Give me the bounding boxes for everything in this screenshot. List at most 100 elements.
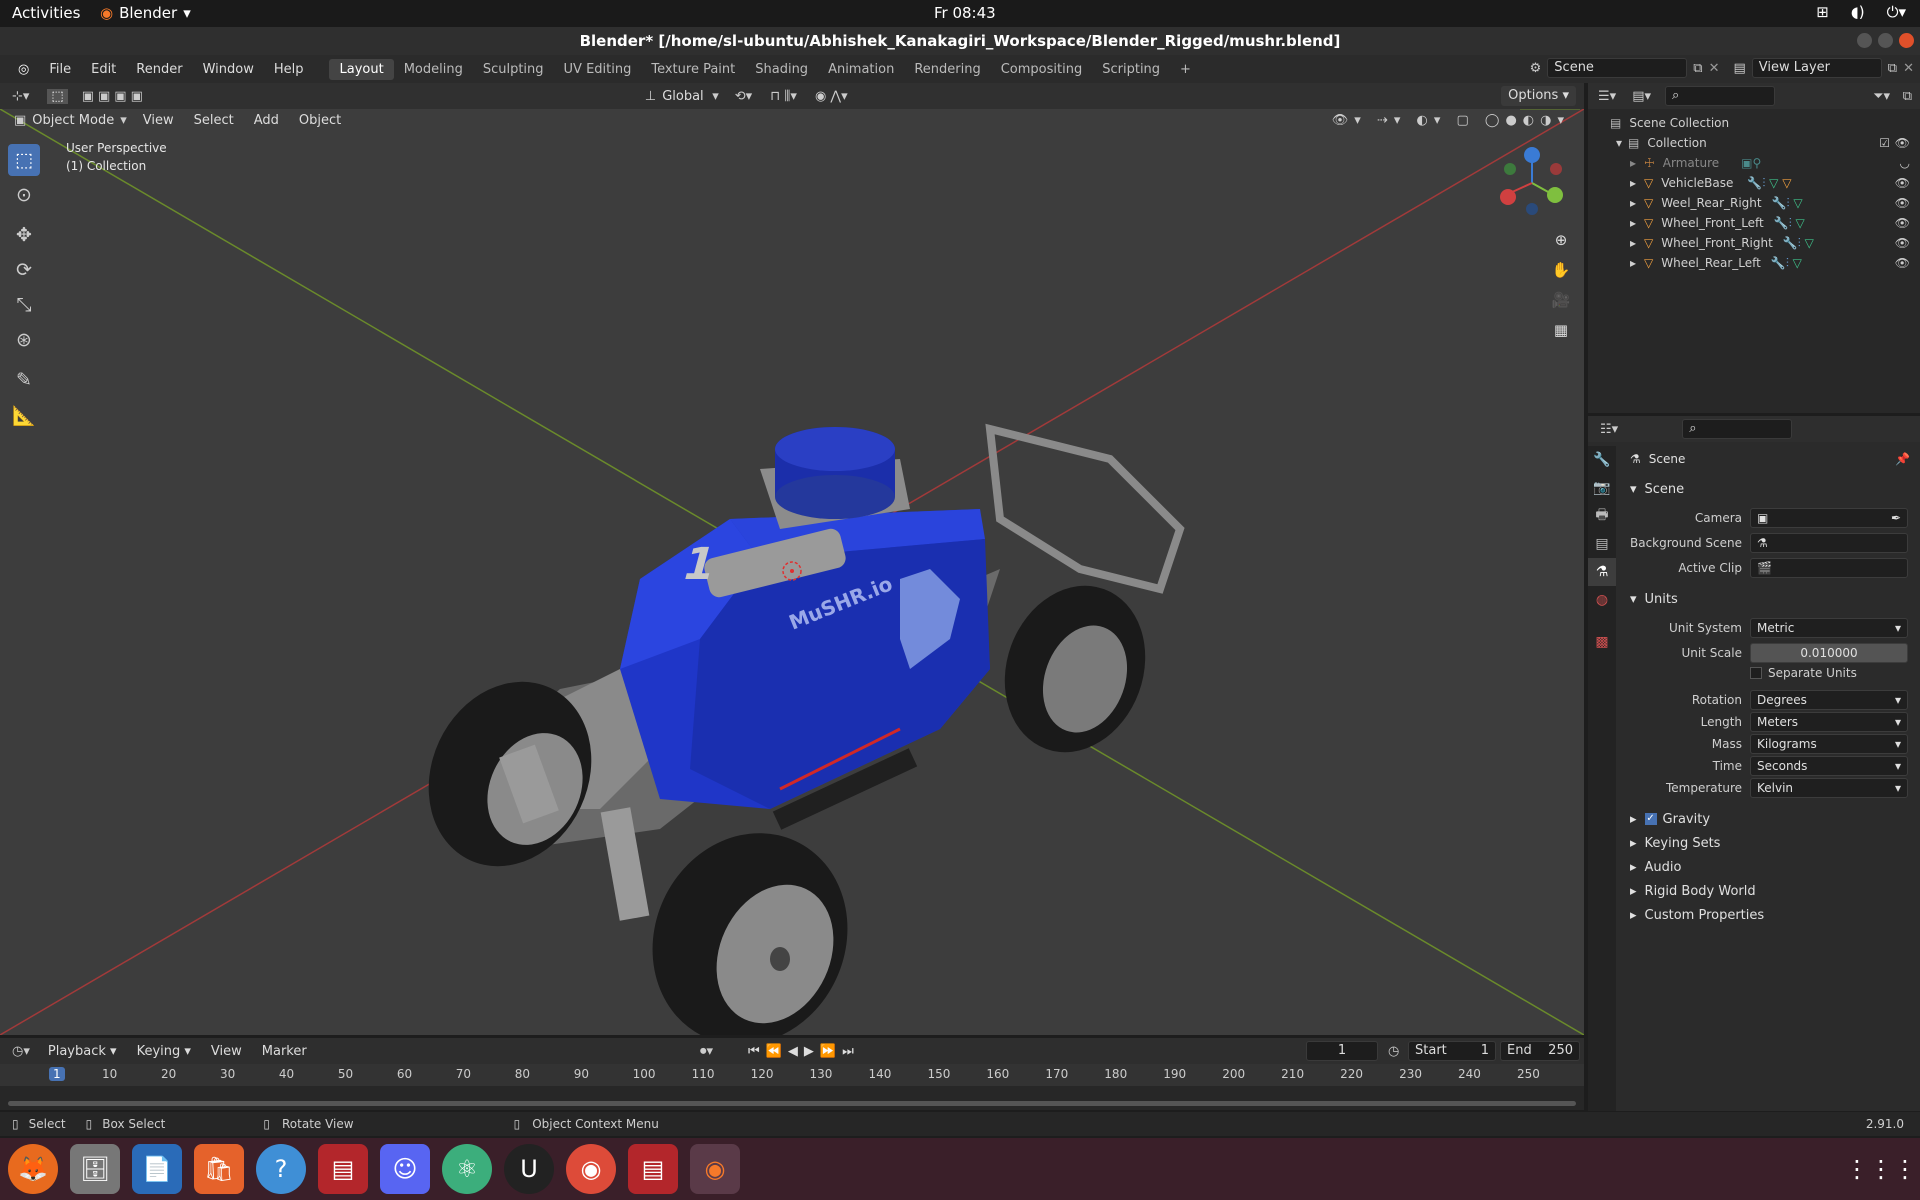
end-frame-field[interactable]: End 250	[1500, 1041, 1580, 1061]
timeline-menu-keying[interactable]: Keying ▾	[127, 1044, 201, 1059]
outliner-item-wheel-rear-left[interactable]: ▸ ▽ Wheel_Rear_Left 🔧⫶ ▽ 👁	[1588, 253, 1920, 273]
outliner-collection[interactable]: ▾ ▤ Collection ☑ 👁	[1588, 133, 1920, 153]
tab-uv-editing[interactable]: UV Editing	[554, 59, 642, 80]
timeline-menu-playback[interactable]: Playback ▾	[38, 1044, 127, 1059]
background-scene-field[interactable]: ⚗	[1750, 533, 1908, 553]
terminal-icon[interactable]: ▤	[318, 1144, 368, 1194]
select-mode-icons[interactable]: ▣▣▣▣	[82, 89, 147, 104]
unit-scale-field[interactable]: 0.010000	[1750, 643, 1908, 663]
units-panel-header[interactable]: ▾ Units	[1616, 588, 1920, 610]
visibility-eye-icon[interactable]: 👁	[1895, 136, 1910, 150]
viewport-menu-view[interactable]: View	[133, 113, 184, 128]
checkbox-icon[interactable]: ☑	[1879, 136, 1890, 150]
filter-icon[interactable]: ⏷▾	[1873, 89, 1890, 104]
measure-tool-icon[interactable]: 📐	[8, 399, 40, 431]
unreal-icon[interactable]: U	[504, 1144, 554, 1194]
timeline-menu-view[interactable]: View	[201, 1044, 252, 1059]
length-dropdown[interactable]: Meters ▾	[1750, 712, 1908, 732]
outliner-search-input[interactable]: ⌕	[1665, 86, 1775, 106]
menu-edit[interactable]: Edit	[81, 62, 126, 77]
timeline-scrollbar[interactable]	[8, 1101, 1576, 1106]
eyedropper-icon[interactable]: ✒	[1891, 509, 1901, 527]
expand-arrow-icon[interactable]: ▸	[1630, 256, 1636, 270]
proportional-edit-icon[interactable]: ◉ ⋀▾	[815, 89, 848, 104]
close-button[interactable]	[1899, 33, 1914, 48]
scale-tool-icon[interactable]: ⤡	[8, 289, 40, 321]
tool-tab-icon[interactable]: 🔧	[1588, 446, 1616, 474]
timeline-menu-marker[interactable]: Marker	[252, 1044, 317, 1059]
active-clip-field[interactable]: 🎬	[1750, 558, 1908, 578]
camera-field[interactable]: ▣ ✒	[1750, 508, 1908, 528]
clock[interactable]: Fr 08:43	[934, 4, 996, 22]
hidden-eye-icon[interactable]: ◡	[1900, 156, 1910, 170]
pan-hand-icon[interactable]: ✋	[1548, 257, 1574, 283]
viewport-menu-object[interactable]: Object	[289, 113, 351, 128]
maximize-button[interactable]	[1878, 33, 1893, 48]
scene-new-icon[interactable]: ⧉	[1693, 61, 1702, 76]
editor-type-icon[interactable]: ⊹▾	[12, 89, 29, 104]
app-menu[interactable]: ◉ Blender ▾	[100, 4, 191, 22]
ortho-grid-icon[interactable]: ▦	[1548, 317, 1574, 343]
tab-compositing[interactable]: Compositing	[991, 59, 1093, 80]
world-tab-icon[interactable]: ◍	[1588, 586, 1616, 614]
gravity-panel-header[interactable]: ▸ ✓ Gravity	[1616, 808, 1920, 830]
firefox-icon[interactable]: 🦊	[8, 1144, 58, 1194]
minimize-button[interactable]	[1857, 33, 1872, 48]
current-frame-field[interactable]: 1	[1306, 1041, 1378, 1061]
timeline-editor-icon[interactable]: ◷▾	[12, 1044, 30, 1059]
atom-icon[interactable]: ⚛	[442, 1144, 492, 1194]
tab-texture-paint[interactable]: Texture Paint	[641, 59, 745, 80]
visibility-eye-icon[interactable]: 👁	[1895, 256, 1910, 270]
view-layer-tab-icon[interactable]: ▤	[1588, 530, 1616, 558]
tab-layout[interactable]: Layout	[329, 58, 394, 80]
system-tray[interactable]: ⊞ ◖) ⏻▾	[1816, 3, 1906, 21]
visibility-eye-icon[interactable]: 👁	[1895, 196, 1910, 210]
gravity-checkbox[interactable]: ✓	[1644, 813, 1657, 825]
rotate-tool-icon[interactable]: ⟳	[8, 254, 40, 286]
view-layer-new-icon[interactable]: ⧉	[1888, 61, 1897, 76]
viewport-shading-icons[interactable]: 👁▾ ⇢▾ ◐▾ ▢ ◯●◐◑▾	[1332, 113, 1570, 128]
outliner-item-wheel-front-left[interactable]: ▸ ▽ Wheel_Front_Left 🔧⫶ ▽ 👁	[1588, 213, 1920, 233]
add-workspace-button[interactable]: +	[1170, 59, 1201, 80]
unit-system-dropdown[interactable]: Metric ▾	[1750, 618, 1908, 638]
custom-properties-panel-header[interactable]: ▸ Custom Properties	[1616, 904, 1920, 926]
render-tab-icon[interactable]: 📷	[1588, 474, 1616, 502]
files-icon[interactable]: 🗄	[70, 1144, 120, 1194]
activities-button[interactable]: Activities	[12, 4, 80, 22]
object-mode-dropdown[interactable]: Object Mode	[32, 113, 114, 128]
move-tool-icon[interactable]: ✥	[8, 219, 40, 251]
menu-help[interactable]: Help	[264, 62, 314, 77]
transform-orientation-dropdown[interactable]: Global	[662, 89, 712, 104]
scene-delete-icon[interactable]: ✕	[1709, 61, 1720, 76]
select-box-tool-icon[interactable]: ⬚	[8, 144, 40, 176]
rotation-dropdown[interactable]: Degrees ▾	[1750, 690, 1908, 710]
menu-render[interactable]: Render	[126, 62, 192, 77]
new-collection-icon[interactable]: ⧉	[1903, 89, 1912, 104]
expand-arrow-icon[interactable]: ▸	[1630, 236, 1636, 250]
temperature-dropdown[interactable]: Kelvin ▾	[1750, 778, 1908, 798]
expand-arrow-icon[interactable]: ▸	[1630, 196, 1636, 210]
outliner-editor-icon[interactable]: ☰▾	[1598, 89, 1616, 104]
select-tool-icon[interactable]: ⬚	[47, 88, 68, 104]
discord-icon[interactable]: ☺	[380, 1144, 430, 1194]
cursor-tool-icon[interactable]: ⊙	[8, 179, 40, 211]
playback-controls[interactable]: ⏮⏪◀▶⏩⏭	[748, 1044, 860, 1059]
terminal2-icon[interactable]: ▤	[628, 1144, 678, 1194]
writer-icon[interactable]: 📄	[132, 1144, 182, 1194]
menu-window[interactable]: Window	[193, 62, 264, 77]
display-mode-icon[interactable]: ▤▾	[1632, 89, 1651, 104]
scene-panel-header[interactable]: ▾ Scene	[1616, 478, 1920, 500]
expand-arrow-icon[interactable]: ▸	[1630, 156, 1636, 170]
camera-view-icon[interactable]: 🎥	[1548, 287, 1574, 313]
help-icon[interactable]: ?	[256, 1144, 306, 1194]
outliner-item-vehiclebase[interactable]: ▸ ▽ VehicleBase 🔧⫶ ▽ ▽ 👁	[1588, 173, 1920, 193]
expand-arrow-icon[interactable]: ▸	[1630, 176, 1636, 190]
3d-viewport[interactable]: 1 MuSHR.io User Perspective (1) Collecti…	[0, 109, 1584, 1035]
menu-file[interactable]: File	[39, 62, 81, 77]
mass-dropdown[interactable]: Kilograms ▾	[1750, 734, 1908, 754]
tab-rendering[interactable]: Rendering	[904, 59, 990, 80]
visibility-eye-icon[interactable]: 👁	[1895, 176, 1910, 190]
outliner-item-armature[interactable]: ▸ ☩ Armature ▣⚲ ◡	[1588, 153, 1920, 173]
keying-sets-panel-header[interactable]: ▸ Keying Sets	[1616, 832, 1920, 854]
properties-search-input[interactable]: ⌕	[1682, 419, 1793, 439]
